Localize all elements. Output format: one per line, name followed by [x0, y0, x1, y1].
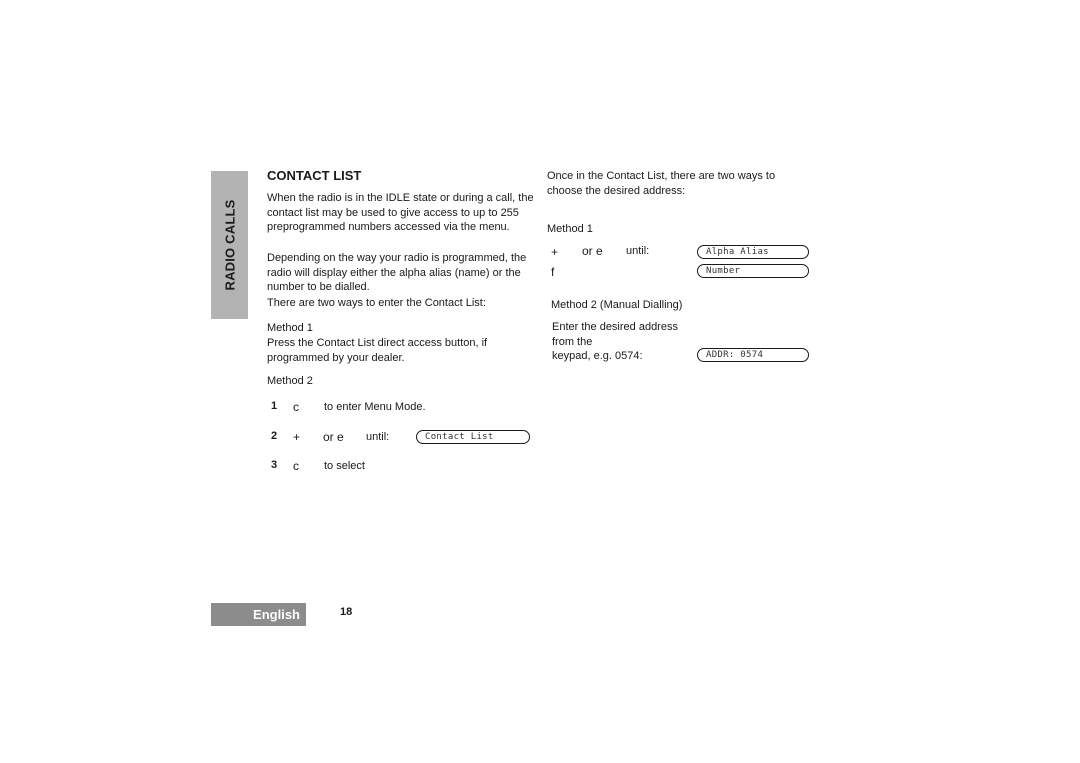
- scroll-down-key-icon: or e: [323, 430, 344, 444]
- step-number: 2: [271, 430, 278, 442]
- text-line: keypad, e.g. 0574:: [552, 350, 643, 362]
- method2-title: Method 2: [267, 375, 313, 387]
- right-method2-title: Method 2 (Manual Dialling): [551, 299, 683, 311]
- right-intro: Once in the Contact List, there are two …: [547, 170, 776, 197]
- ways-paragraph: There are two ways to enter the Contact …: [267, 297, 486, 309]
- lcd-display: Contact List: [416, 430, 530, 444]
- page-number: 18: [340, 606, 353, 618]
- step-text: to enter Menu Mode.: [324, 401, 426, 413]
- toggle-key-icon: f: [551, 265, 555, 279]
- scroll-up-key-icon: +: [293, 430, 301, 444]
- step-number: 1: [271, 400, 278, 412]
- text-line: Enter the desired address: [552, 321, 678, 333]
- method1-title: Method 1: [267, 322, 313, 334]
- lcd-display: ADDR: 0574: [697, 348, 809, 362]
- step-text: to select: [324, 460, 365, 472]
- lcd-display: Alpha Alias: [697, 245, 809, 259]
- lcd-display: Number: [697, 264, 809, 278]
- side-tab-radio-calls: RADIO CALLS: [211, 171, 248, 319]
- section-heading: CONTACT LIST: [267, 168, 362, 183]
- scroll-down-key-icon: or e: [582, 244, 603, 258]
- display-paragraph: Depending on the way your radio is progr…: [267, 252, 527, 293]
- step-number: 3: [271, 459, 278, 471]
- intro-paragraph: When the radio is in the IDLE state or d…: [267, 192, 534, 233]
- scroll-up-key-icon: +: [551, 245, 559, 259]
- method1-text: Press the Contact List direct access but…: [267, 337, 488, 364]
- menu-key-icon: c: [293, 459, 299, 473]
- text-line: from the: [552, 335, 593, 348]
- menu-key-icon: c: [293, 400, 299, 414]
- right-method2-text: Enter the desired address from the keypa…: [552, 320, 702, 364]
- side-tab-label: RADIO CALLS: [222, 199, 237, 291]
- row-text: until:: [626, 245, 650, 257]
- language-tab: English: [211, 603, 306, 626]
- right-method1-title: Method 1: [547, 223, 593, 235]
- step-text: until:: [366, 431, 390, 443]
